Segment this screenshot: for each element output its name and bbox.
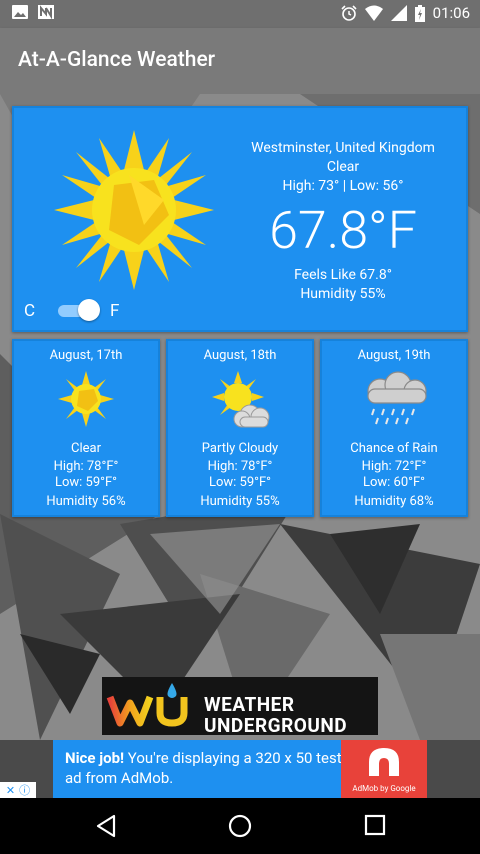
forecast-high: High: 78°F° (207, 459, 273, 474)
clock-text: 01:06 (432, 4, 470, 22)
current-condition: Clear (326, 159, 360, 175)
forecast-date: August, 17th (49, 348, 123, 363)
status-bar: 01:06 (0, 0, 480, 28)
weather-underground-logo[interactable]: WEATHER UNDERGROUND (102, 677, 378, 737)
back-icon[interactable] (94, 814, 118, 838)
app-bar: At-A-Glance Weather (0, 28, 480, 94)
feels-like: Feels Like 67.8° (294, 267, 392, 283)
forecast-date: August, 18th (203, 348, 277, 363)
forecast-card-day2[interactable]: August, 18th Partly Cloudy High: 78°F° L… (166, 339, 314, 517)
forecast-low: Low: 59°F° (208, 475, 272, 490)
current-high-low: High: 73° | Low: 56° (282, 178, 404, 194)
forecast-condition: Chance of Rain (350, 441, 438, 456)
unit-fahrenheit-label: F (110, 301, 120, 321)
ad-text: Nice job! You're displaying a 320 x 50 t… (65, 748, 345, 788)
forecast-low: Low: 59°F° (54, 475, 118, 490)
unit-celsius-label: C (24, 301, 36, 321)
forecast-humidity: Humidity 68% (354, 494, 434, 509)
forecast-card-day1[interactable]: August, 17th Clear High: 78°F° Low: 59°F… (12, 339, 160, 517)
forecast-low: Low: 60°F° (362, 475, 426, 490)
current-weather-card[interactable]: Westminster, United Kingdom Clear High: … (12, 106, 468, 332)
forecast-humidity: Humidity 56% (46, 494, 126, 509)
location-name: Westminster, United Kingdom (251, 140, 435, 156)
info-icon[interactable]: ⓘ (19, 782, 30, 798)
forecast-date: August, 19th (357, 348, 431, 363)
admob-provider-text: AdMob by Google (352, 784, 416, 793)
alarm-icon (341, 5, 357, 21)
rain-cloud-icon (367, 371, 427, 425)
sun-icon (58, 371, 114, 427)
unit-toggle[interactable] (58, 299, 100, 321)
sun-icon (54, 130, 214, 290)
wu-logo-line1: WEATHER (204, 693, 295, 716)
home-icon[interactable] (228, 814, 252, 838)
current-humidity: Humidity 55% (300, 286, 386, 302)
recents-icon[interactable] (364, 814, 386, 836)
wifi-icon (364, 5, 383, 21)
image-notification-icon (12, 5, 28, 19)
forecast-high: High: 78°F° (53, 459, 119, 474)
admob-logo-icon (369, 748, 399, 776)
wu-logo-mark (106, 683, 188, 727)
forecast-high: High: 72°F° (361, 459, 427, 474)
forecast-humidity: Humidity 55% (200, 494, 280, 509)
forecast-condition: Clear (71, 441, 101, 456)
app-title: At-A-Glance Weather (18, 48, 216, 72)
ad-bold-text: Nice job! (65, 749, 125, 767)
admob-banner[interactable]: Nice job! You're displaying a 320 x 50 t… (53, 740, 427, 798)
wu-logo-line2: UNDERGROUND (204, 714, 348, 737)
close-icon[interactable]: ✕ (6, 784, 15, 797)
forecast-condition: Partly Cloudy (201, 441, 279, 456)
app-notification-icon (38, 5, 54, 19)
navigation-bar (0, 798, 480, 854)
current-temperature: 67.8°F (269, 200, 417, 261)
battery-icon (414, 4, 425, 22)
ad-choices-close[interactable]: ✕ ⓘ (0, 782, 36, 798)
forecast-card-day3[interactable]: August, 19th Chance of Rain High: 72°F° … (320, 339, 468, 517)
admob-logo-block: AdMob by Google (341, 740, 427, 798)
signal-icon (390, 5, 407, 21)
toggle-knob (78, 299, 100, 321)
partly-cloudy-icon (212, 371, 270, 428)
